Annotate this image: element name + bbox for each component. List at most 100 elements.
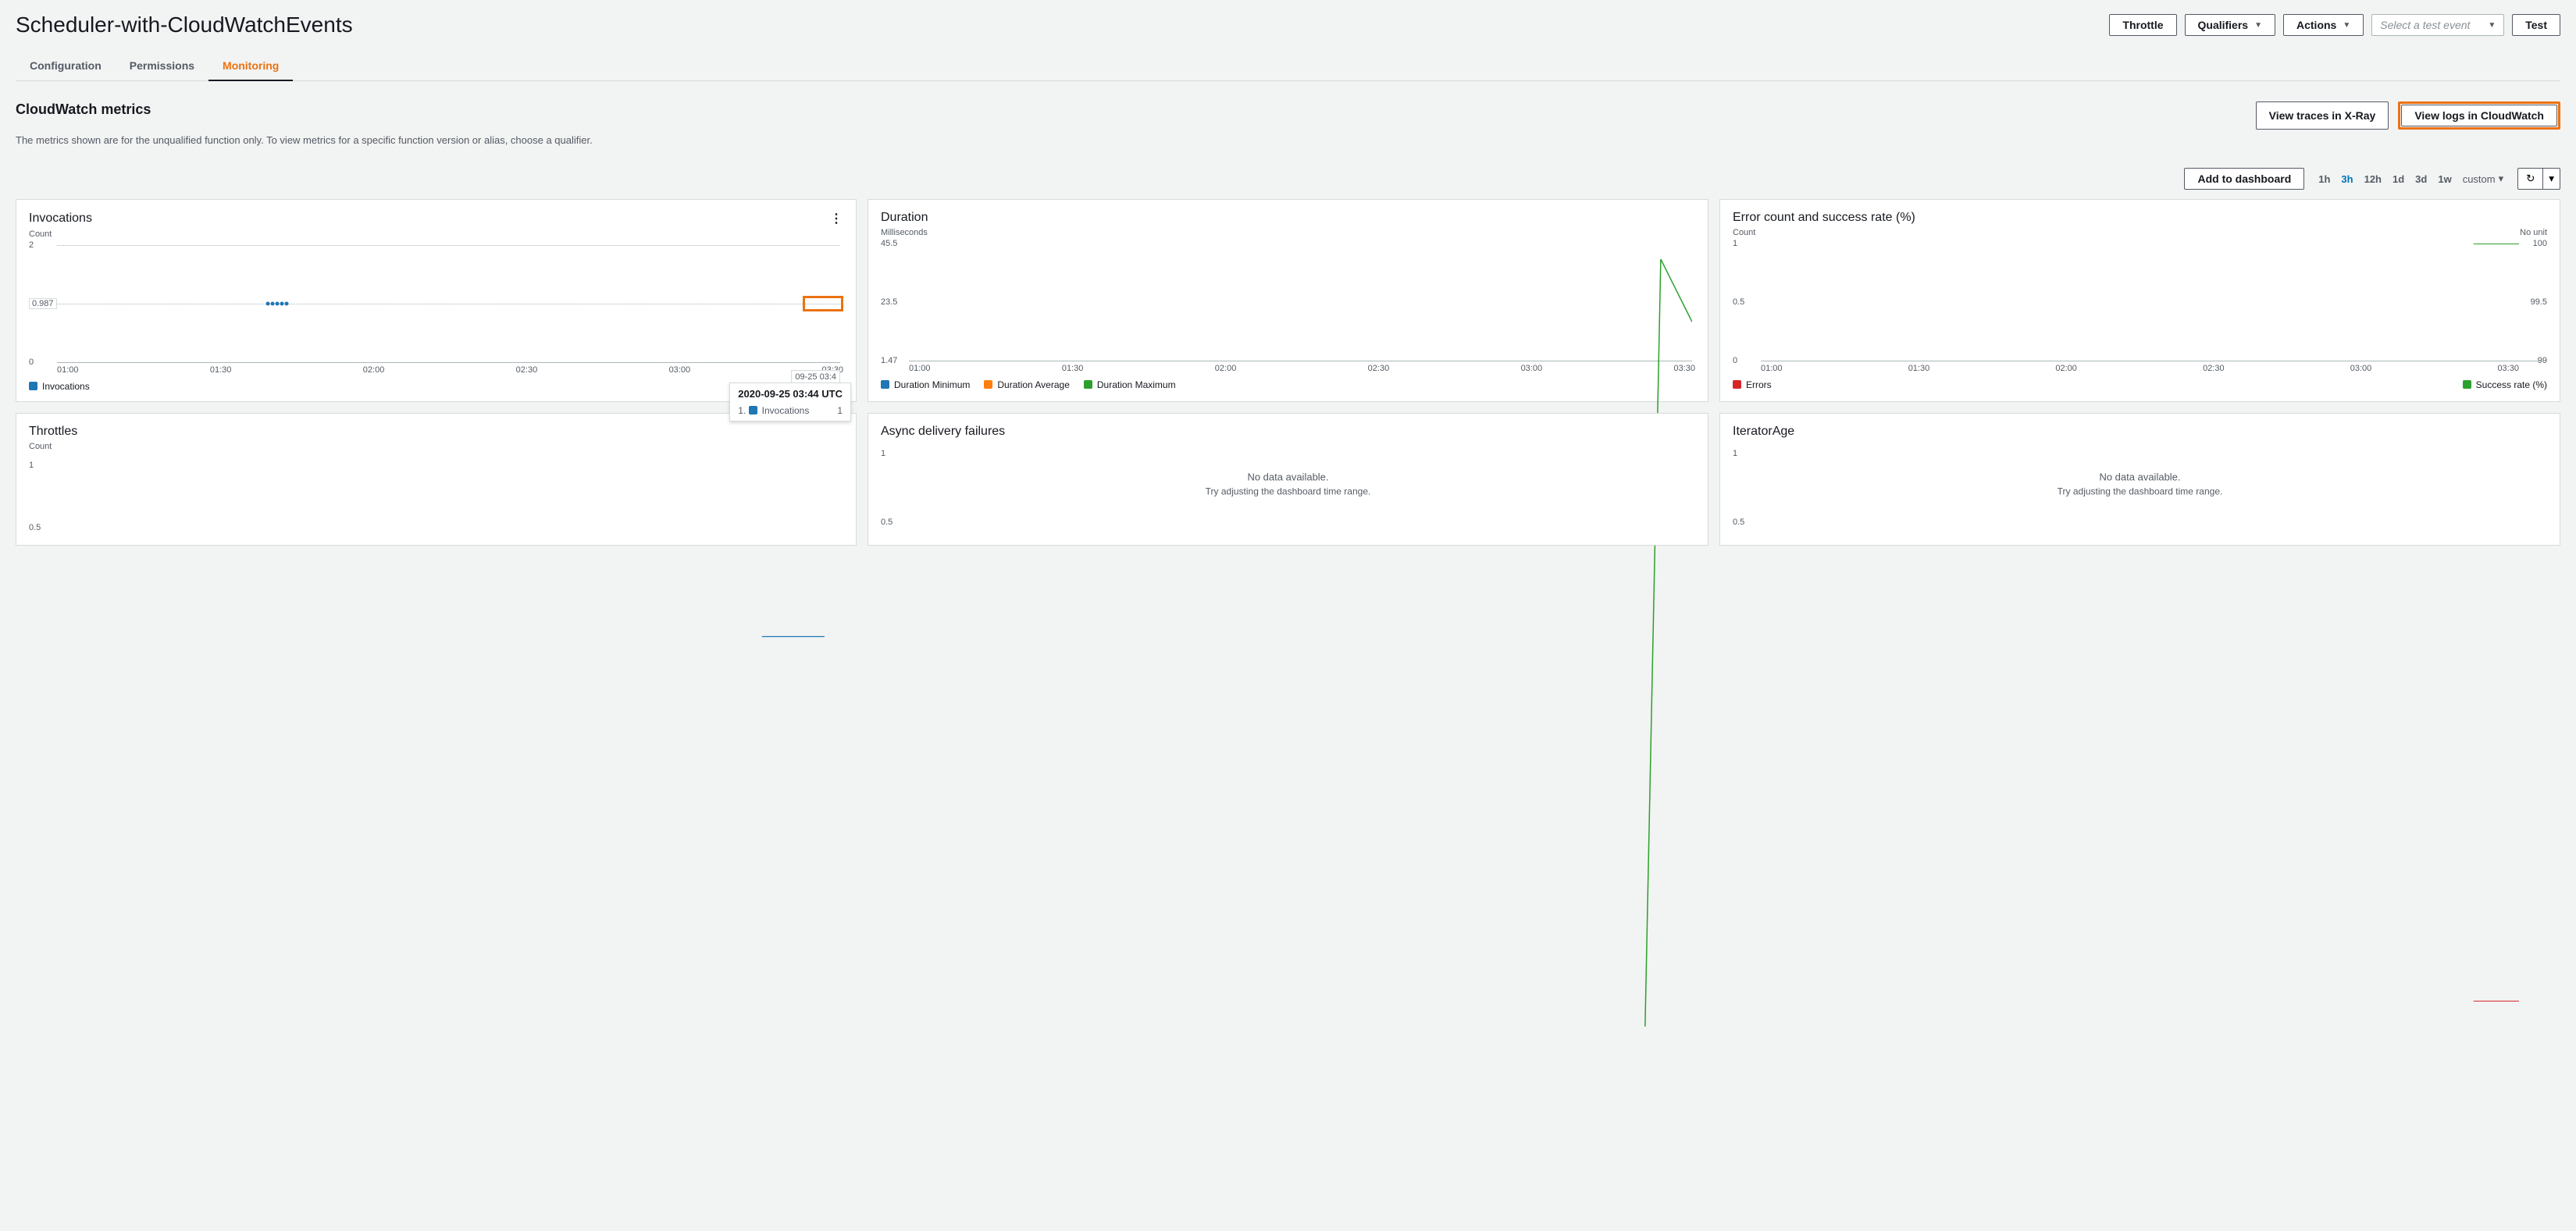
chart-title: Async delivery failures xyxy=(881,425,1695,439)
no-data-message: No data available. Try adjusting the das… xyxy=(1773,471,2507,496)
chart-unit: Count xyxy=(29,442,843,451)
ytick-right: 100 xyxy=(2533,239,2547,248)
plot-area: 1 0.5 No data available. Try adjusting t… xyxy=(1733,445,2547,531)
chart-async-failures: Async delivery failures 1 0.5 No data av… xyxy=(868,413,1708,546)
swatch-icon xyxy=(1733,380,1741,389)
ytick: 0.5 xyxy=(29,523,41,532)
chart-tooltip: 2020-09-25 03:44 UTC 1. Invocations 1 xyxy=(729,382,851,422)
refresh-button[interactable]: ↻ xyxy=(2517,168,2542,190)
no-data-hint: Try adjusting the dashboard time range. xyxy=(1773,486,2507,496)
chart-unit: Milliseconds xyxy=(881,228,1695,237)
test-label: Test xyxy=(2525,19,2547,31)
plot-svg xyxy=(909,244,1692,1026)
plot-area: 2 0.987 0 09-25 03:4 2020-09-25 03:44 UT… xyxy=(29,245,843,362)
plot-svg xyxy=(57,245,840,1028)
chart-title: Error count and success rate (%) xyxy=(1733,211,2547,225)
throttle-button[interactable]: Throttle xyxy=(2109,14,2176,36)
chart-unit-right: No unit xyxy=(2520,228,2547,237)
section-header-buttons: View traces in X-Ray View logs in CloudW… xyxy=(2256,101,2560,130)
caret-down-icon: ▼ xyxy=(2343,21,2350,30)
ytick: 45.5 xyxy=(881,239,897,248)
section-header: CloudWatch metrics View traces in X-Ray … xyxy=(16,101,2560,130)
highlight-box: View logs in CloudWatch xyxy=(2398,101,2560,130)
view-xray-button[interactable]: View traces in X-Ray xyxy=(2256,101,2389,130)
ytick-highlighted: 0.987 xyxy=(29,298,57,309)
plot-svg xyxy=(1761,244,2519,1002)
tab-permissions[interactable]: Permissions xyxy=(116,52,208,81)
chart-unit-row: Count No unit xyxy=(1733,228,2547,237)
caret-down-icon: ▼ xyxy=(2488,21,2496,30)
page-title: Scheduler-with-CloudWatchEvents xyxy=(16,12,353,37)
chart-title-row: Invocations ⋮ xyxy=(29,211,843,226)
tooltip-timestamp: 2020-09-25 03:44 UTC xyxy=(730,383,850,403)
add-to-dashboard-label: Add to dashboard xyxy=(2197,173,2291,185)
no-data-title: No data available. xyxy=(1773,471,2507,482)
chart-errors: Error count and success rate (%) Count N… xyxy=(1719,199,2560,402)
tab-monitoring[interactable]: Monitoring xyxy=(208,52,293,81)
ytick: 2 xyxy=(29,240,34,250)
plot-area: 1 0.5 No data available. Try adjusting t… xyxy=(881,445,1695,531)
ytick: 1 xyxy=(29,461,34,470)
add-to-dashboard-button[interactable]: Add to dashboard xyxy=(2184,168,2304,190)
qualifiers-dropdown[interactable]: Qualifiers ▼ xyxy=(2185,14,2276,36)
ytick: 0 xyxy=(1733,356,1737,365)
plot-area: 1 0.5 xyxy=(29,457,843,535)
caret-down-icon: ▾ xyxy=(2549,173,2554,184)
ytick: 23.5 xyxy=(881,297,897,307)
chart-title: Throttles xyxy=(29,425,843,439)
range-12h[interactable]: 12h xyxy=(2364,173,2382,185)
no-data-message: No data available. Try adjusting the das… xyxy=(921,471,1655,496)
tooltip-series-name: Invocations xyxy=(762,405,810,416)
view-xray-label: View traces in X-Ray xyxy=(2269,109,2376,122)
tooltip-index: 1. xyxy=(738,405,746,416)
ytick: 0.5 xyxy=(1733,297,1744,307)
section-description: The metrics shown are for the unqualifie… xyxy=(16,134,2560,146)
chart-title: IteratorAge xyxy=(1733,425,2547,439)
range-custom-label: custom xyxy=(2463,173,2496,185)
swatch-icon xyxy=(749,406,757,414)
plot-markers xyxy=(57,245,291,362)
chart-unit-left: Count xyxy=(1733,228,1755,237)
actions-label: Actions xyxy=(2296,19,2336,31)
qualifiers-label: Qualifiers xyxy=(2198,19,2249,31)
swatch-icon xyxy=(29,382,37,390)
caret-down-icon: ▼ xyxy=(2254,21,2262,30)
kebab-icon[interactable]: ⋮ xyxy=(830,211,843,226)
view-logs-button[interactable]: View logs in CloudWatch xyxy=(2401,105,2557,126)
plot-area: 45.5 23.5 1.47 xyxy=(881,244,1695,361)
ytick: 1 xyxy=(881,449,885,458)
range-3h[interactable]: 3h xyxy=(2341,173,2353,185)
header: Scheduler-with-CloudWatchEvents Throttle… xyxy=(16,12,2560,37)
refresh-options-button[interactable]: ▾ xyxy=(2542,168,2560,190)
range-1h[interactable]: 1h xyxy=(2318,173,2330,185)
ytick-right: 99.5 xyxy=(2531,297,2547,307)
refresh-group: ↻ ▾ xyxy=(2517,168,2560,190)
swatch-icon xyxy=(881,380,889,389)
range-1w[interactable]: 1w xyxy=(2438,173,2451,185)
actions-dropdown[interactable]: Actions ▼ xyxy=(2283,14,2364,36)
range-custom[interactable]: custom ▾ xyxy=(2463,173,2503,185)
no-data-hint: Try adjusting the dashboard time range. xyxy=(921,486,1655,496)
header-actions: Throttle Qualifiers ▼ Actions ▼ Select a t… xyxy=(2109,14,2560,36)
time-range-picker: 1h 3h 12h 1d 3d 1w custom ▾ xyxy=(2318,173,2503,185)
ytick: 1 xyxy=(1733,449,1737,458)
chart-invocations: Invocations ⋮ Count 2 0.987 0 09-25 03:4 xyxy=(16,199,857,402)
test-button[interactable]: Test xyxy=(2512,14,2560,36)
tab-configuration[interactable]: Configuration xyxy=(16,52,116,81)
refresh-icon: ↻ xyxy=(2526,173,2535,184)
ytick: 1 xyxy=(1733,239,1737,248)
tabs: Configuration Permissions Monitoring xyxy=(16,52,2560,81)
range-3d[interactable]: 3d xyxy=(2415,173,2427,185)
tooltip-row: 1. Invocations 1 xyxy=(730,403,850,421)
ytick: 1.47 xyxy=(881,356,897,365)
range-1d[interactable]: 1d xyxy=(2393,173,2404,185)
ytick: 0.5 xyxy=(1733,518,1744,527)
test-event-select[interactable]: Select a test event ▼ xyxy=(2371,14,2504,36)
no-data-title: No data available. xyxy=(921,471,1655,482)
chart-iterator-age: IteratorAge 1 0.5 No data available. Try… xyxy=(1719,413,2560,546)
charts-grid: Invocations ⋮ Count 2 0.987 0 09-25 03:4 xyxy=(16,199,2560,546)
dashboard-toolbar: Add to dashboard 1h 3h 12h 1d 3d 1w cust… xyxy=(16,168,2560,190)
tooltip-series: 1. Invocations xyxy=(738,405,809,416)
chart-throttles: Throttles Count 1 0.5 xyxy=(16,413,857,546)
chart-title: Duration xyxy=(881,211,1695,225)
